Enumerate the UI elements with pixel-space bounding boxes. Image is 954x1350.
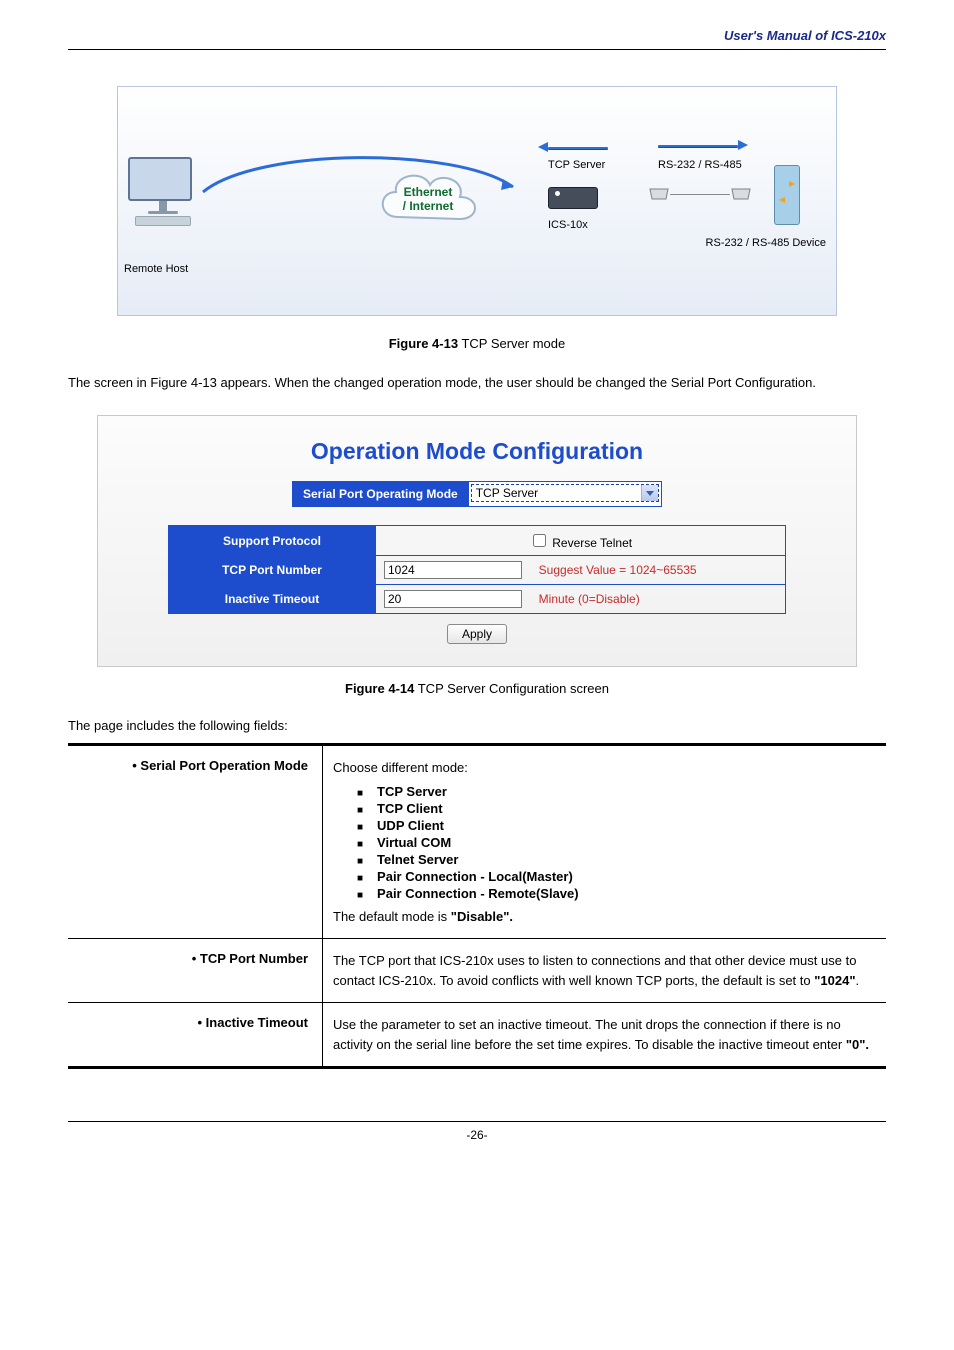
paragraph-intro: The screen in Figure 4-13 appears. When …: [68, 373, 886, 393]
tcp-direction-arrowhead: [538, 142, 548, 152]
operating-mode-select[interactable]: TCP Server: [471, 484, 659, 502]
list-item: UDP Client: [357, 818, 876, 833]
list-item: Virtual COM: [357, 835, 876, 850]
serial-device-icon: [752, 165, 822, 225]
inactive-timeout-input[interactable]: [384, 590, 522, 608]
chevron-down-icon[interactable]: [641, 485, 658, 501]
field-name-tcp-port: TCP Port Number: [192, 951, 308, 966]
serial-connector-left-icon: [648, 187, 670, 201]
tcp-server-label: TCP Server: [548, 159, 605, 171]
list-item: Pair Connection - Remote(Slave): [357, 886, 876, 901]
ics-converter-icon: [548, 187, 598, 209]
link-arrow-main: [198, 137, 518, 217]
tcp-direction-line: [548, 147, 608, 149]
apply-button[interactable]: Apply: [447, 624, 507, 644]
figure-4-13-caption: Figure 4-13 TCP Server mode: [68, 336, 886, 351]
fields-intro: The page includes the following fields:: [68, 718, 886, 733]
field-name-serial-mode: Serial Port Operation Mode: [132, 758, 308, 773]
remote-host-icon: [128, 157, 198, 226]
page-footer: -26-: [68, 1121, 886, 1142]
fields-description-table: Serial Port Operation Mode Choose differ…: [68, 743, 886, 1069]
inactive-timeout-hint: Minute (0=Disable): [539, 592, 640, 606]
inactive-timeout-label: Inactive Timeout: [169, 585, 376, 614]
list-item: TCP Client: [357, 801, 876, 816]
reverse-telnet-checkbox[interactable]: Reverse Telnet: [529, 536, 632, 550]
config-table: Support Protocol Reverse Telnet TCP Port…: [168, 525, 786, 614]
remote-host-label: Remote Host: [124, 263, 188, 275]
field-desc-tcp-port: The TCP port that ICS-210x uses to liste…: [333, 951, 876, 990]
serial-wire: [670, 194, 730, 195]
figure-4-14-caption: Figure 4-14 TCP Server Configuration scr…: [68, 681, 886, 696]
mode-option-list: TCP Server TCP Client UDP Client Virtual…: [357, 784, 876, 901]
operation-mode-config-panel: Operation Mode Configuration Serial Port…: [97, 415, 857, 667]
tcp-port-hint: Suggest Value = 1024~65535: [539, 563, 697, 577]
rs-label: RS-232 / RS-485: [658, 159, 742, 171]
config-title: Operation Mode Configuration: [168, 438, 786, 465]
ics-label: ICS-10x: [548, 219, 588, 231]
list-item: TCP Server: [357, 784, 876, 799]
field-desc-inactive-timeout: Use the parameter to set an inactive tim…: [333, 1015, 876, 1054]
operating-mode-label: Serial Port Operating Mode: [292, 481, 469, 507]
rs-device-label: RS-232 / RS-485 Device: [706, 237, 826, 249]
tcp-port-label: TCP Port Number: [169, 556, 376, 585]
support-protocol-label: Support Protocol: [169, 526, 376, 556]
rs-direction-line: [658, 145, 738, 147]
operating-mode-row: Serial Port Operating Mode TCP Server: [292, 481, 662, 507]
list-item: Pair Connection - Local(Master): [357, 869, 876, 884]
field-desc-serial-mode-intro: Choose different mode:: [333, 758, 876, 778]
field-desc-serial-mode-outro: The default mode is "Disable".: [333, 907, 876, 927]
page-header: User's Manual of ICS-210x: [68, 28, 886, 50]
rs-direction-arrowhead: [738, 140, 748, 150]
field-name-inactive-timeout: Inactive Timeout: [197, 1015, 308, 1030]
tcp-port-input[interactable]: [384, 561, 522, 579]
serial-connector-right-icon: [730, 187, 752, 201]
tcp-server-mode-diagram: Remote Host Ethernet/ Internet ICS-10x T…: [117, 86, 837, 316]
list-item: Telnet Server: [357, 852, 876, 867]
